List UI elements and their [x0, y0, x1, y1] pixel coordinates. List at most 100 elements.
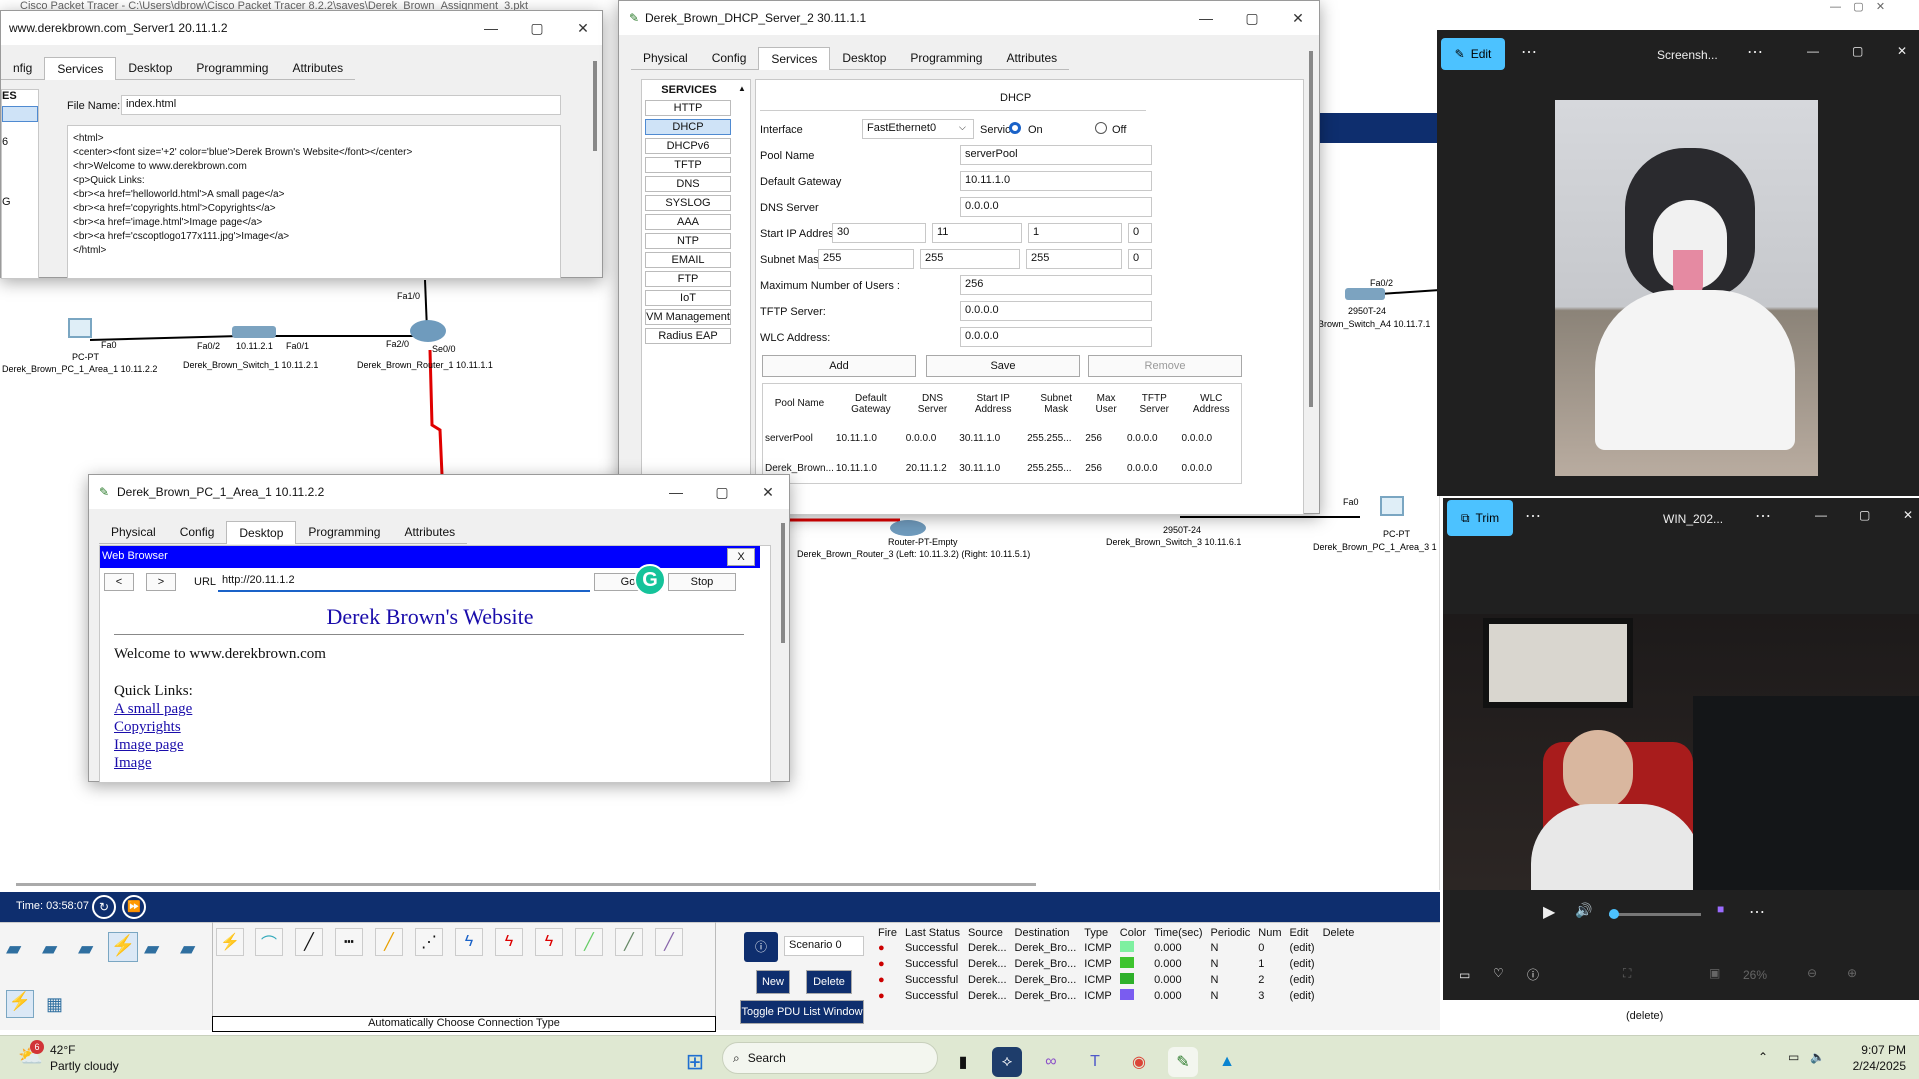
- close-icon[interactable]: ✕: [560, 11, 606, 45]
- start-ip-octet3[interactable]: 1: [1028, 223, 1122, 243]
- stop-button[interactable]: Stop: [668, 573, 736, 591]
- close-icon[interactable]: ✕: [1897, 44, 1907, 58]
- straight-cable-icon[interactable]: ╱: [295, 928, 323, 956]
- close-icon[interactable]: ✕: [1275, 1, 1321, 35]
- dhcp-server-window[interactable]: ✎ Derek_Brown_DHCP_Server_2 30.11.1.1 — ▢…: [618, 0, 1321, 515]
- table-row[interactable]: ● Successful Derek... Derek_Bro... ICMP 0.000…: [874, 940, 1358, 956]
- router-icon[interactable]: [890, 520, 926, 536]
- clock-time[interactable]: 9:07 PM: [1846, 1043, 1906, 1057]
- service-syslog[interactable]: SYSLOG: [645, 195, 731, 211]
- minimize-icon[interactable]: —: [653, 475, 699, 509]
- edit-link[interactable]: (edit): [1286, 972, 1319, 988]
- services-list[interactable]: SERVICES HTTP DHCP DHCPv6 TFTP DNS SYSLO…: [641, 79, 751, 515]
- minimize-icon[interactable]: —: [468, 11, 514, 45]
- maximize-icon[interactable]: ▢: [1859, 508, 1870, 522]
- pool-table[interactable]: Pool Name Default Gateway DNS Server Sta…: [762, 383, 1242, 484]
- edit-button[interactable]: ✎ Edit: [1441, 38, 1505, 70]
- phone-cable-icon[interactable]: ⋰: [415, 928, 443, 956]
- screenshot-icon[interactable]: ▣: [1709, 966, 1720, 980]
- device-category-wireless[interactable]: ▰: [180, 936, 195, 961]
- dns-input[interactable]: 0.0.0.0: [960, 197, 1152, 217]
- tab-programming[interactable]: Programming: [898, 47, 995, 70]
- maximize-icon[interactable]: ▢: [1229, 1, 1275, 35]
- service-tftp[interactable]: TFTP: [645, 157, 731, 173]
- chevron-up-icon[interactable]: ⌃: [1758, 1050, 1768, 1064]
- device-category-end-devices[interactable]: ▰: [144, 936, 159, 961]
- info-button[interactable]: ⓘ: [744, 932, 778, 962]
- forward-button[interactable]: >: [146, 573, 176, 591]
- pc-icon[interactable]: [68, 318, 92, 338]
- delete-all-link[interactable]: (delete): [1626, 1010, 1663, 1022]
- gateway-input[interactable]: 10.11.1.0: [960, 171, 1152, 191]
- more-icon[interactable]: ⋯: [1521, 42, 1537, 62]
- canvas-scrollbar[interactable]: [16, 883, 1036, 886]
- serial-dce-icon[interactable]: ϟ: [495, 928, 523, 956]
- network-icon[interactable]: ▭: [1788, 1050, 1799, 1064]
- service-http[interactable]: HTTP: [645, 100, 731, 116]
- service-dhcp[interactable]: DHCP: [645, 119, 731, 135]
- power-cycle-icon[interactable]: ↻: [92, 895, 116, 919]
- save-button[interactable]: Save: [926, 355, 1080, 377]
- trim-button[interactable]: ⧉ Trim: [1447, 500, 1513, 536]
- tab-physical[interactable]: Physical: [631, 47, 700, 70]
- tab-desktop[interactable]: Desktop: [830, 47, 899, 70]
- scrollbar[interactable]: [1309, 51, 1313, 407]
- mask-octet4[interactable]: 0: [1128, 249, 1152, 269]
- fire-icon[interactable]: ●: [878, 974, 885, 986]
- scrollbar[interactable]: [593, 61, 597, 151]
- tab-attributes[interactable]: Attributes: [994, 47, 1070, 70]
- tab-desktop[interactable]: Desktop: [116, 57, 185, 80]
- mask-octet1[interactable]: 255: [818, 249, 914, 269]
- minimize-icon[interactable]: —: [1807, 44, 1819, 58]
- start-icon[interactable]: ⊞: [680, 1047, 710, 1077]
- tab-config[interactable]: Config: [167, 521, 227, 544]
- packet-tracer-active-icon[interactable]: ✎: [1168, 1047, 1198, 1077]
- fire-icon[interactable]: ●: [878, 958, 885, 970]
- service-dhcpv6[interactable]: DHCPv6: [645, 138, 731, 154]
- coaxial-cable-icon[interactable]: ϟ: [455, 928, 483, 956]
- start-ip-octet2[interactable]: 11: [932, 223, 1022, 243]
- tab-programming[interactable]: Programming: [296, 521, 393, 544]
- tab-attributes[interactable]: Attributes: [392, 521, 468, 544]
- toggle-pdu-list-button[interactable]: Toggle PDU List Window: [740, 1000, 864, 1024]
- tab-config[interactable]: Config: [699, 47, 759, 70]
- browser-close-button[interactable]: X: [727, 548, 755, 566]
- tftp-input[interactable]: 0.0.0.0: [960, 301, 1152, 321]
- close-icon[interactable]: ✕: [1903, 508, 1913, 522]
- volume-icon[interactable]: 🔈: [1810, 1050, 1825, 1064]
- scenario-select[interactable]: Scenario 0: [784, 936, 864, 956]
- service-email[interactable]: EMAIL: [645, 252, 731, 268]
- maximize-icon[interactable]: ▢: [699, 475, 745, 509]
- service-ftp[interactable]: FTP: [645, 271, 731, 287]
- mask-octet3[interactable]: 255: [1026, 249, 1122, 269]
- more-icon[interactable]: ⋯: [1525, 506, 1541, 526]
- photos-icon[interactable]: ▲: [1212, 1047, 1242, 1077]
- service-ntp[interactable]: NTP: [645, 233, 731, 249]
- zoom-in-icon[interactable]: ⊕: [1847, 966, 1857, 980]
- volume-icon[interactable]: 🔊: [1575, 902, 1592, 919]
- device-category-hubs[interactable]: ▰: [78, 936, 93, 961]
- service-item[interactable]: 6: [2, 136, 38, 152]
- pc-window[interactable]: ✎ Derek_Brown_PC_1_Area_1 10.11.2.2 — ▢ ✕…: [88, 474, 790, 783]
- device-category-switches[interactable]: ▰: [42, 936, 57, 961]
- table-row[interactable]: ● Successful Derek... Derek_Bro... ICMP 0.000…: [874, 988, 1358, 1004]
- add-button[interactable]: Add: [762, 355, 916, 377]
- pdu-table[interactable]: Fire Last Status Source Destination Type Colo…: [874, 926, 1358, 1004]
- fire-icon[interactable]: ●: [878, 942, 885, 954]
- clock-date[interactable]: 2/24/2025: [1840, 1059, 1906, 1073]
- fit-icon[interactable]: ⛶: [1623, 966, 1631, 981]
- edit-link[interactable]: (edit): [1286, 956, 1319, 972]
- link-copyrights[interactable]: Copyrights: [114, 719, 181, 736]
- maximize-icon[interactable]: ▢: [1852, 44, 1863, 58]
- link-image[interactable]: Image: [114, 755, 151, 772]
- server1-window[interactable]: www.derekbrown.com_Server1 20.11.1.2 — ▢…: [0, 10, 606, 279]
- search-box[interactable]: ⌕ Search: [722, 1042, 938, 1074]
- service-item[interactable]: [2, 106, 38, 122]
- crossover-cable-icon[interactable]: ┅: [335, 928, 363, 956]
- progress-bar[interactable]: [1609, 909, 1701, 919]
- play-icon[interactable]: ▶: [1543, 902, 1555, 922]
- tab-services[interactable]: Services: [44, 57, 117, 80]
- more-icon[interactable]: ⋯: [1755, 506, 1771, 526]
- maximize-icon[interactable]: ▢: [514, 11, 560, 45]
- wlc-input[interactable]: 0.0.0.0: [960, 327, 1152, 347]
